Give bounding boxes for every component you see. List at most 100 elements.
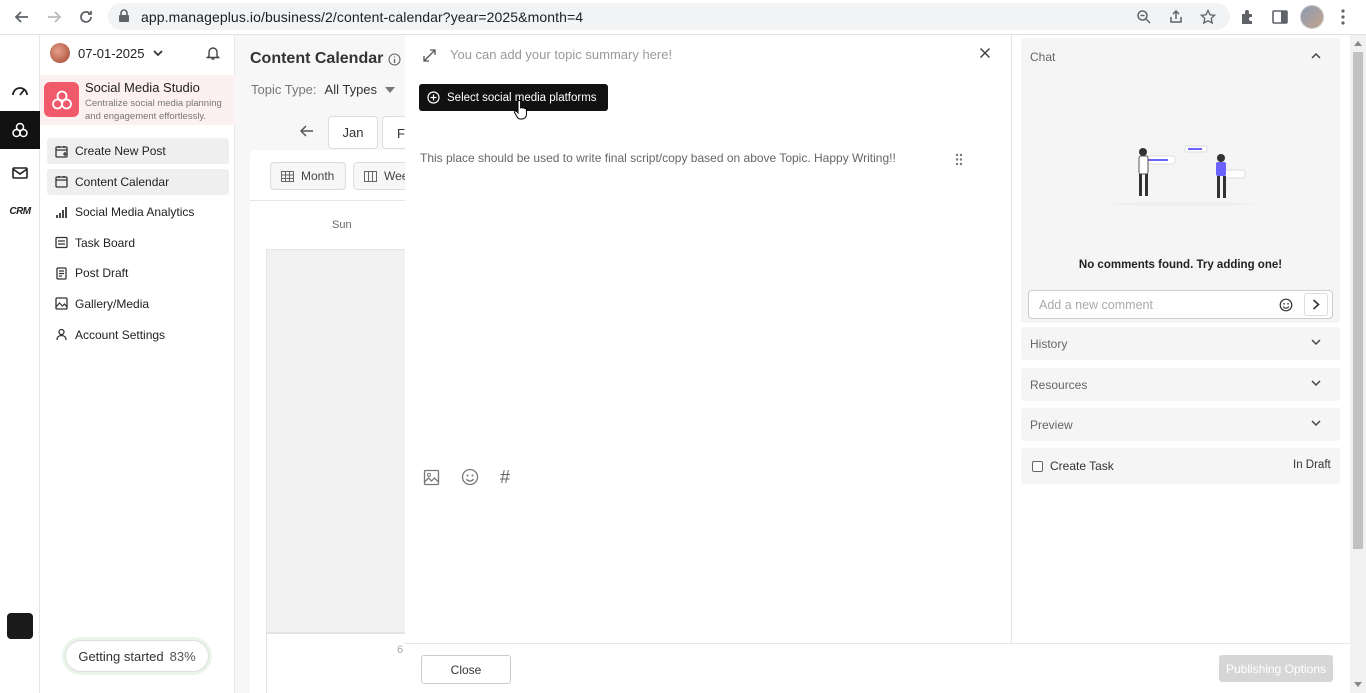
sidebar-item-social-media-analytics[interactable]: Social Media Analytics xyxy=(47,199,229,225)
sidebar: 07-01-2025 Social Media Studio Centraliz… xyxy=(40,35,235,693)
calendar-plus-icon xyxy=(54,144,68,158)
more-menu-icon[interactable] xyxy=(1340,8,1346,26)
lock-icon xyxy=(118,9,130,23)
studio-description: Centralize social media planning and eng… xyxy=(85,98,222,122)
bell-icon[interactable] xyxy=(205,45,221,61)
sidebar-item-gallery-media[interactable]: Gallery/Media xyxy=(47,291,229,317)
info-icon[interactable] xyxy=(388,52,401,66)
topic-summary-input[interactable]: You can add your topic summary here! xyxy=(450,47,672,62)
app-rail: CRM xyxy=(0,35,40,693)
sidebar-menu: Create New Post Content Calendar Social … xyxy=(47,138,229,352)
topic-type-value: All Types xyxy=(324,82,378,97)
prev-month-icon[interactable] xyxy=(300,125,314,137)
emoji-icon[interactable] xyxy=(461,468,479,486)
address-bar[interactable]: app.manageplus.io/business/2/content-cal… xyxy=(108,3,1230,30)
image-upload-icon[interactable] xyxy=(423,469,440,486)
create-task-checkbox[interactable] xyxy=(1032,461,1043,472)
hashtag-icon[interactable]: # xyxy=(500,468,510,486)
chevron-down-icon xyxy=(152,49,163,57)
page-title-text: Content Calendar xyxy=(250,50,384,67)
back-icon[interactable] xyxy=(12,7,32,27)
content-calendar-page: Content Calendar Topic Type: All Types J… xyxy=(235,35,405,693)
day-number: 6 xyxy=(397,644,404,656)
month-chip-jan[interactable]: Jan xyxy=(328,116,378,149)
getting-started-button[interactable]: Getting started 83% xyxy=(65,640,209,672)
create-task-row: Create Task In Draft xyxy=(1021,448,1340,484)
sidebar-item-account-settings[interactable]: Account Settings xyxy=(47,322,229,348)
chevron-down-icon xyxy=(1311,420,1321,427)
list-icon xyxy=(54,236,68,250)
page-title: Content Calendar xyxy=(250,50,401,68)
crm-icon[interactable]: CRM xyxy=(0,192,40,230)
no-comments-message: No comments found. Try adding one! xyxy=(1078,259,1283,271)
view-month-label: Month xyxy=(301,169,335,183)
comment-input[interactable]: Add a new comment xyxy=(1028,290,1333,319)
month-chip-next[interactable]: F xyxy=(382,116,405,149)
sidebar-item-content-calendar[interactable]: Content Calendar xyxy=(47,168,229,195)
publishing-options-button[interactable]: Publishing Options xyxy=(1219,655,1333,682)
scrollbar[interactable] xyxy=(1350,35,1366,693)
topic-type-filter[interactable]: Topic Type: All Types xyxy=(251,82,396,97)
resources-label: Resources xyxy=(1030,378,1088,392)
forward-icon[interactable] xyxy=(44,7,64,27)
close-button[interactable]: Close xyxy=(421,655,511,684)
calendar-day-cell[interactable] xyxy=(266,633,405,693)
close-icon[interactable] xyxy=(979,47,991,59)
bar-chart-icon xyxy=(54,205,68,219)
studio-title: Social Media Studio xyxy=(85,80,200,95)
resources-accordion[interactable]: Resources xyxy=(1021,368,1340,401)
sidebar-item-post-draft[interactable]: Post Draft xyxy=(47,260,229,286)
social-studio-icon[interactable] xyxy=(0,111,40,149)
view-week-label: Wee xyxy=(384,169,405,183)
dashboard-icon[interactable] xyxy=(0,72,40,110)
create-task-label: Create Task xyxy=(1050,459,1114,473)
date-text: 07-01-2025 xyxy=(78,45,145,61)
plus-circle-icon xyxy=(427,91,440,104)
editor-toolbar: # xyxy=(423,468,510,486)
columns-icon xyxy=(364,170,377,182)
extensions-icon[interactable] xyxy=(1239,8,1257,26)
history-accordion[interactable]: History xyxy=(1021,327,1340,360)
sidebar-item-label: Account Settings xyxy=(75,327,166,342)
scroll-up-icon[interactable] xyxy=(1354,41,1362,46)
date-selector[interactable]: 07-01-2025 xyxy=(50,43,163,63)
sidebar-item-label: Task Board xyxy=(75,235,136,250)
zoom-icon[interactable] xyxy=(1136,9,1152,25)
calendar-panel: Month Wee Sun 6 xyxy=(250,150,405,693)
side-panel-icon[interactable] xyxy=(1271,8,1289,26)
sidebar-item-create-new-post[interactable]: Create New Post xyxy=(47,138,229,164)
send-comment-button[interactable] xyxy=(1304,293,1328,316)
scroll-down-icon[interactable] xyxy=(1354,682,1362,687)
sidebar-item-label: Content Calendar xyxy=(75,174,170,189)
history-label: History xyxy=(1030,337,1068,351)
user-icon xyxy=(54,328,68,342)
reload-icon[interactable] xyxy=(76,7,96,27)
scrollbar-thumb[interactable] xyxy=(1353,52,1363,549)
preview-label: Preview xyxy=(1030,418,1073,432)
calendar-day-cell[interactable] xyxy=(266,249,405,633)
document-icon xyxy=(54,266,68,280)
topic-type-label: Topic Type: xyxy=(251,82,317,97)
empty-chat-illustration xyxy=(1113,138,1253,208)
modal-footer: Close Publishing Options xyxy=(405,643,1350,693)
emoji-icon[interactable] xyxy=(1279,298,1293,312)
preview-accordion[interactable]: Preview xyxy=(1021,408,1340,441)
drag-handle-icon[interactable] xyxy=(955,153,963,166)
app-switcher-icon[interactable] xyxy=(7,613,33,639)
profile-avatar[interactable] xyxy=(1300,5,1324,29)
chat-header[interactable]: Chat xyxy=(1030,50,1055,64)
sidebar-item-task-board[interactable]: Task Board xyxy=(47,230,229,256)
view-week-button[interactable]: Wee xyxy=(353,162,405,190)
sidebar-item-label: Social Media Analytics xyxy=(75,205,195,220)
chevron-down-icon xyxy=(1311,380,1321,387)
script-editor[interactable]: This place should be used to write final… xyxy=(420,151,896,165)
expand-icon[interactable] xyxy=(423,49,436,62)
getting-started-percent: 83% xyxy=(169,648,196,664)
star-icon[interactable] xyxy=(1200,9,1216,25)
view-month-button[interactable]: Month xyxy=(270,162,346,190)
chevron-down-icon xyxy=(1311,339,1321,346)
chevron-up-icon[interactable] xyxy=(1311,52,1321,59)
share-icon[interactable] xyxy=(1168,9,1184,25)
email-marketing-icon[interactable] xyxy=(0,153,40,191)
divider xyxy=(250,200,405,201)
